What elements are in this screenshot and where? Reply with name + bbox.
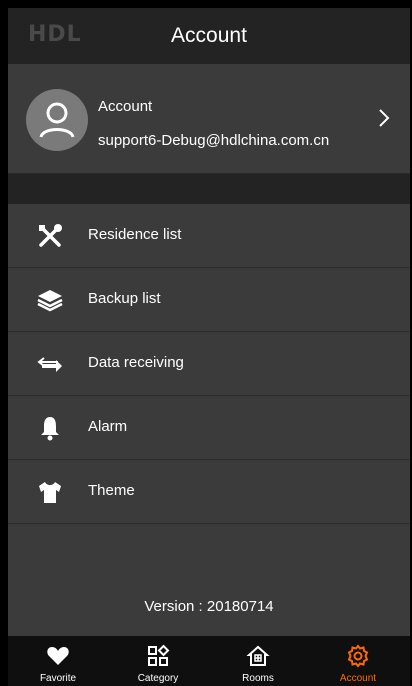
version-text: Version : 20180714: [144, 598, 274, 615]
menu-item-label: Alarm: [88, 418, 128, 435]
settings-menu: Residence list Backup list Data receivin…: [8, 204, 410, 524]
data-transfer-icon: [37, 357, 62, 372]
account-profile-row[interactable]: Account support6-Debug@hdlchina.com.cn: [8, 64, 410, 174]
tab-account[interactable]: Account: [308, 636, 408, 686]
menu-item-residence-list[interactable]: Residence list: [8, 204, 410, 268]
menu-item-label: Data receiving: [88, 354, 184, 371]
tab-rooms[interactable]: Rooms: [208, 636, 308, 686]
heart-icon: [47, 647, 69, 665]
menu-item-backup-list[interactable]: Backup list: [8, 268, 410, 332]
user-icon: [39, 102, 75, 138]
menu-item-label: Residence list: [88, 226, 182, 243]
account-email: support6-Debug@hdlchina.com.cn: [98, 132, 330, 149]
section-divider: [8, 174, 410, 204]
app-screen: HDL Account Account support6-Debug@hdlch…: [8, 8, 410, 686]
category-icon: [148, 644, 170, 666]
gear-icon: [347, 644, 369, 668]
avatar: [26, 89, 88, 151]
menu-item-label: Theme: [88, 482, 135, 499]
page-title: Account: [171, 24, 247, 47]
menu-item-theme[interactable]: Theme: [8, 460, 410, 524]
home-icon: [246, 645, 270, 666]
bell-icon: [41, 417, 59, 441]
tab-label: Account: [339, 673, 377, 684]
menu-item-alarm[interactable]: Alarm: [8, 396, 410, 460]
tab-favorite[interactable]: Favorite: [8, 636, 108, 686]
tools-icon: [39, 224, 62, 247]
tshirt-icon: [39, 482, 61, 503]
tab-label: Category: [137, 673, 179, 684]
chevron-right-icon: [379, 109, 390, 127]
layers-icon: [37, 290, 63, 312]
tab-label: Rooms: [242, 673, 274, 684]
tab-category[interactable]: Category: [108, 636, 208, 686]
bottom-tab-bar: Favorite Category Rooms Account: [8, 636, 410, 686]
account-name: Account: [98, 98, 153, 115]
menu-item-label: Backup list: [88, 290, 161, 307]
tab-label: Favorite: [39, 673, 77, 684]
top-bar: HDL Account: [8, 8, 410, 64]
menu-item-data-receiving[interactable]: Data receiving: [8, 332, 410, 396]
